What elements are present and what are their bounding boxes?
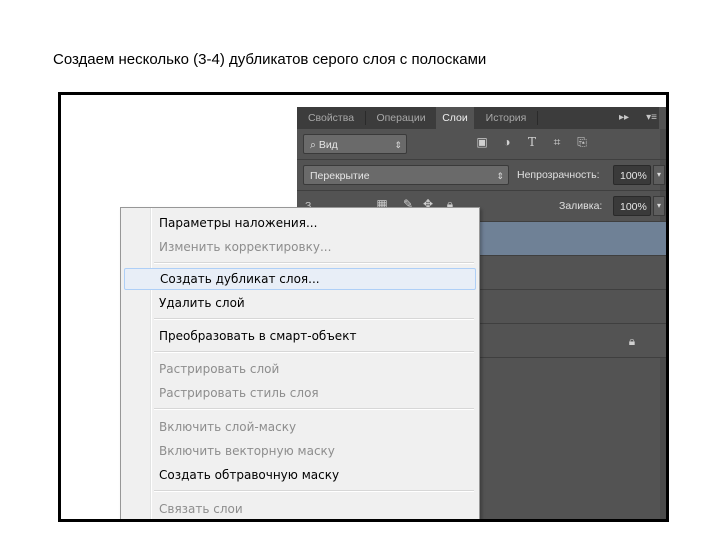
tab-properties[interactable]: Свойства (297, 107, 365, 129)
menu-item-link-layers[interactable]: Связать слои (124, 498, 476, 519)
menu-item-blending-options[interactable]: Параметры наложения... (124, 212, 476, 234)
image-filter-icon[interactable]: ▣ (475, 135, 489, 149)
search-icon: ⌕ (310, 139, 319, 151)
tab-layers[interactable]: Слои (436, 107, 474, 129)
menu-item-rasterize-layer[interactable]: Растрировать слой (124, 358, 476, 380)
panel-tabs: Свойства Операции Слои История ▸▸ ▾≡ (297, 107, 659, 129)
filter-row: ⌕ Вид ⇕ ▣ ◑ T ⌗ ⎘ (297, 129, 666, 160)
menu-separator (154, 490, 474, 492)
panel-menu-icon[interactable]: ▾≡ (646, 107, 657, 129)
menu-item-create-clipping-mask[interactable]: Создать обтравочную маску (124, 464, 476, 486)
adjustment-filter-icon[interactable]: ◑ (500, 135, 514, 149)
fill-label: Заливка: (559, 200, 603, 212)
filter-kind-label: Вид (318, 139, 338, 151)
blend-mode-select[interactable]: Перекрытие ⇕ (303, 165, 509, 185)
opacity-input[interactable]: 100% (613, 165, 651, 185)
layer-context-menu: Параметры наложения... Изменить корректи… (120, 207, 480, 519)
shape-filter-icon[interactable]: ⌗ (550, 135, 564, 149)
menu-item-enable-vector-mask[interactable]: Включить векторную маску (124, 440, 476, 462)
opacity-label: Непрозрачность: (517, 169, 600, 181)
menu-separator (154, 262, 474, 264)
fill-dropdown-icon[interactable]: ▾ (653, 196, 665, 216)
menu-item-edit-adjustment[interactable]: Изменить корректировку... (124, 236, 476, 258)
slide-caption: Создаем несколько (3-4) дубликатов серог… (53, 51, 487, 68)
screenshot-frame: Свойства Операции Слои История ▸▸ ▾≡ ⌕ В… (58, 92, 669, 522)
blend-mode-value: Перекрытие (310, 170, 370, 182)
lock-icon: 🔒︎ (628, 334, 636, 348)
tab-history[interactable]: История (475, 107, 537, 129)
updown-icon: ⇕ (394, 140, 402, 150)
tab-actions[interactable]: Операции (366, 107, 436, 129)
menu-item-delete-layer[interactable]: Удалить слой (124, 292, 476, 314)
menu-item-convert-smart-object[interactable]: Преобразовать в смарт-объект (124, 325, 476, 347)
collapse-icon[interactable]: ▸▸ (619, 107, 629, 129)
tab-divider (537, 111, 538, 125)
opacity-dropdown-icon[interactable]: ▾ (653, 165, 665, 185)
filter-kind-select[interactable]: ⌕ Вид ⇕ (303, 134, 407, 154)
menu-separator (154, 318, 474, 320)
type-filter-icon[interactable]: T (525, 135, 539, 149)
menu-separator (154, 351, 474, 353)
blend-row: Перекрытие ⇕ Непрозрачность: 100% ▾ (297, 160, 666, 191)
menu-item-duplicate-layer[interactable]: Создать дубликат слоя... (124, 268, 476, 290)
updown-icon: ⇕ (496, 171, 504, 181)
smart-object-filter-icon[interactable]: ⎘ (575, 135, 589, 149)
fill-input[interactable]: 100% (613, 196, 651, 216)
menu-item-enable-layer-mask[interactable]: Включить слой-маску (124, 416, 476, 438)
menu-separator (154, 408, 474, 410)
menu-item-rasterize-layer-style[interactable]: Растрировать стиль слоя (124, 382, 476, 404)
